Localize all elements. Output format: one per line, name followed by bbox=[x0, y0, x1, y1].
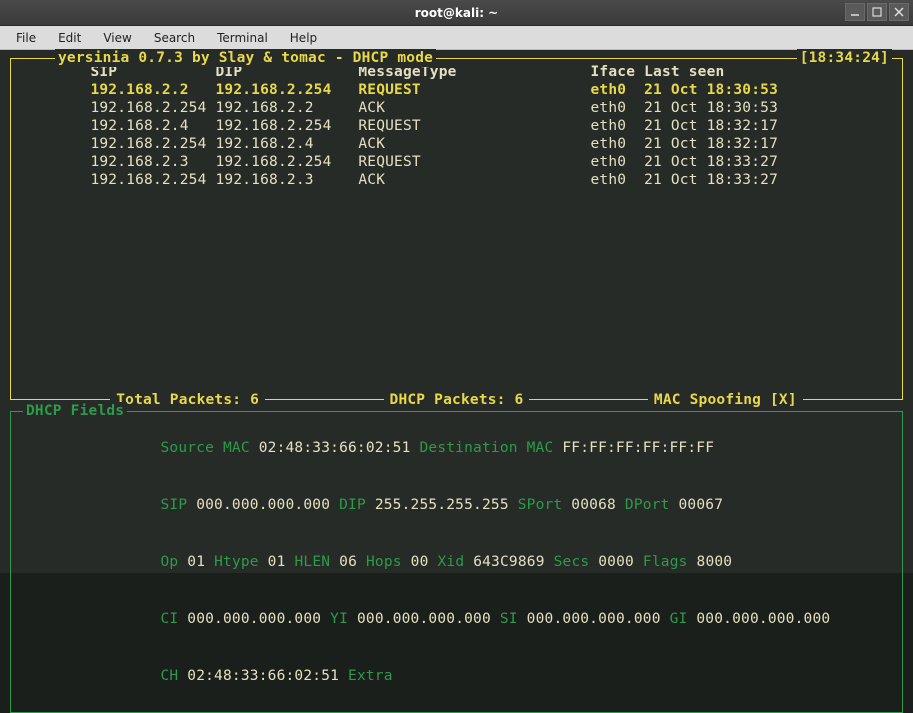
table-row[interactable]: 192.168.2.254 192.168.2.3 ACK eth0 21 Oc… bbox=[19, 171, 894, 189]
menu-help[interactable]: Help bbox=[280, 28, 327, 48]
footer-dhcp: DHCP Packets: 6 bbox=[384, 391, 530, 409]
menu-terminal[interactable]: Terminal bbox=[207, 28, 278, 48]
panel-footer: Total Packets: 6 DHCP Packets: 6 MAC Spo… bbox=[11, 391, 902, 409]
menu-search[interactable]: Search bbox=[144, 28, 205, 48]
close-button[interactable] bbox=[889, 3, 909, 21]
menu-view[interactable]: View bbox=[93, 28, 141, 48]
fields-title: DHCP Fields bbox=[23, 402, 127, 420]
window-controls bbox=[845, 3, 909, 21]
footer-mac: MAC Spoofing [X] bbox=[648, 391, 803, 409]
field-line-3: Op 01 Htype 01 HLEN 06 Hops 00 Xid 643C9… bbox=[89, 534, 894, 591]
table-row[interactable]: 192.168.2.2 192.168.2.254 REQUEST eth0 2… bbox=[19, 81, 894, 99]
menu-edit[interactable]: Edit bbox=[48, 28, 91, 48]
footer-total: Total Packets: 6 bbox=[110, 391, 265, 409]
minimize-button[interactable] bbox=[845, 3, 865, 21]
dhcp-fields-panel: DHCP Fields Source MAC 02:48:33:66:02:51… bbox=[10, 411, 903, 713]
table-row[interactable]: 192.168.2.254 192.168.2.2 ACK eth0 21 Oc… bbox=[19, 99, 894, 117]
table-row[interactable]: 192.168.2.254 192.168.2.4 ACK eth0 21 Oc… bbox=[19, 135, 894, 153]
field-line-2: SIP 000.000.000.000 DIP 255.255.255.255 … bbox=[89, 477, 894, 534]
panel-title: yersinia 0.7.3 by Slay & tomac - DHCP mo… bbox=[55, 49, 436, 67]
field-line-1: Source MAC 02:48:33:66:02:51 Destination… bbox=[89, 420, 894, 477]
panel-clock: [18:34:24] bbox=[797, 49, 892, 67]
fields-content: Source MAC 02:48:33:66:02:51 Destination… bbox=[19, 416, 894, 709]
maximize-button[interactable] bbox=[867, 3, 887, 21]
window-title: root@kali: ~ bbox=[0, 6, 913, 20]
table-row[interactable]: 192.168.2.3 192.168.2.254 REQUEST eth0 2… bbox=[19, 153, 894, 171]
terminal-area[interactable]: yersinia 0.7.3 by Slay & tomac - DHCP mo… bbox=[0, 50, 913, 573]
field-line-4: CI 000.000.000.000 YI 000.000.000.000 SI… bbox=[89, 591, 894, 648]
menubar: File Edit View Search Terminal Help bbox=[0, 26, 913, 50]
packets-panel: yersinia 0.7.3 by Slay & tomac - DHCP mo… bbox=[10, 58, 903, 400]
window-titlebar: root@kali: ~ bbox=[0, 0, 913, 26]
field-line-5: CH 02:48:33:66:02:51 Extra bbox=[89, 648, 894, 705]
table-row[interactable]: 192.168.2.4 192.168.2.254 REQUEST eth0 2… bbox=[19, 117, 894, 135]
menu-file[interactable]: File bbox=[6, 28, 46, 48]
